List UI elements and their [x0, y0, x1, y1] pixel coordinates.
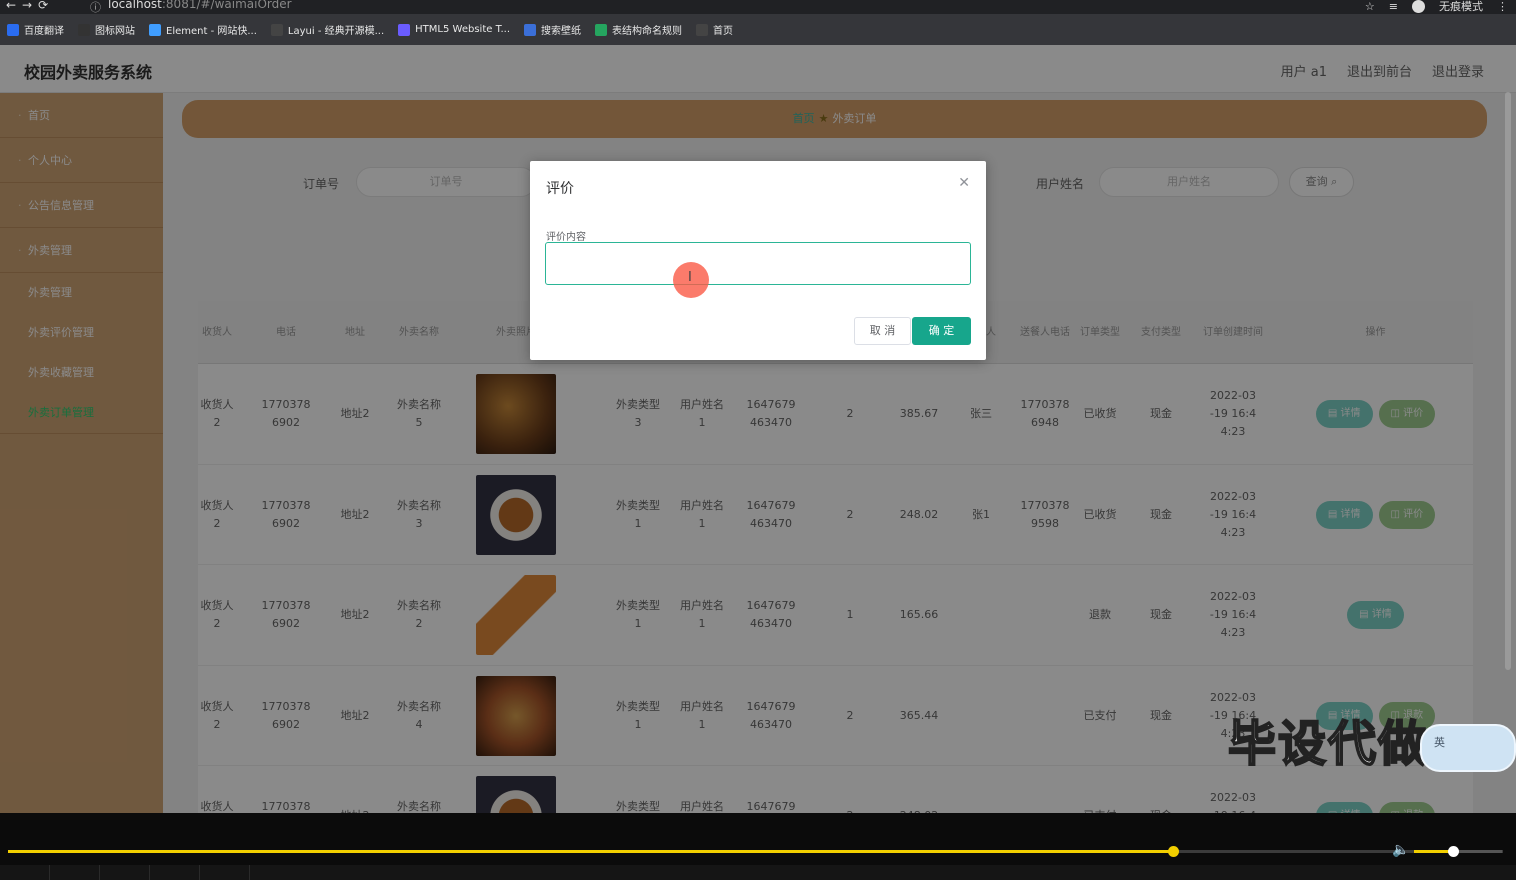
- element-icon: [149, 23, 161, 36]
- bookmark-label: Element - 网站快...: [166, 26, 257, 37]
- layui-icon: [270, 23, 283, 36]
- more-icon[interactable]: ⋮: [1497, 0, 1508, 13]
- cancel-button[interactable]: 取 消: [854, 317, 911, 345]
- ime-label: 英: [1434, 736, 1445, 749]
- wallpaper-icon: [524, 23, 537, 36]
- bookmark-label: Layui - 经典开源模...: [287, 26, 385, 37]
- avatar[interactable]: [1412, 0, 1425, 13]
- video-progress-track[interactable]: [8, 850, 1503, 853]
- browser-actions: ☆ ≡ 无痕模式 ⋮: [1365, 0, 1508, 14]
- bookmark-1[interactable]: 图标网站: [78, 22, 135, 37]
- watermark-text: 毕设代做: [1227, 715, 1429, 773]
- bookmark-0[interactable]: 百度翻译: [7, 22, 64, 37]
- address-bar[interactable]: localhost:8081/#/waimaiOrder: [108, 0, 292, 11]
- volume-icon[interactable]: 🔈: [1392, 842, 1409, 858]
- bookmark-label: 首页: [713, 26, 734, 37]
- bookmark-label: 图标网站: [95, 26, 135, 37]
- player-controls: [0, 865, 1516, 880]
- bookmark-label: HTML5 Website T...: [415, 24, 511, 35]
- translate-icon: [7, 23, 19, 36]
- bookmark-3[interactable]: Layui - 经典开源模...: [270, 22, 385, 37]
- video-progress-fill: [8, 850, 1175, 853]
- video-progress-handle[interactable]: [1168, 846, 1179, 857]
- site-info-icon[interactable]: ⓘ: [90, 0, 101, 15]
- mouse-cursor-highlight: [673, 262, 709, 298]
- bookmarks-bar: 百度翻译 图标网站 Element - 网站快... Layui - 经典开源模...…: [0, 14, 1516, 45]
- bookmark-6[interactable]: 表结构命名规则: [595, 22, 682, 37]
- review-content-label: 评价内容: [546, 232, 586, 243]
- star-icon[interactable]: ☆: [1365, 0, 1375, 13]
- volume-handle[interactable]: [1448, 846, 1459, 857]
- html5-icon: [398, 23, 411, 36]
- url-host: localhost: [108, 0, 162, 11]
- bookmark-5[interactable]: 搜索壁纸: [524, 22, 581, 37]
- video-player-bar: 🔈: [0, 813, 1516, 880]
- bookmark-label: 百度翻译: [24, 26, 64, 37]
- scrollbar[interactable]: [1505, 92, 1511, 670]
- confirm-button[interactable]: 确 定: [912, 317, 971, 345]
- url-path: :8081/#/waimaiOrder: [161, 0, 292, 11]
- review-content-input[interactable]: [545, 242, 971, 285]
- dialog-title: 评价: [546, 181, 574, 197]
- browser-toolbar: ←→⟳ ⓘ localhost:8081/#/waimaiOrder ☆ ≡ 无…: [0, 0, 1516, 14]
- review-dialog: 评价 ✕ 评价内容 取 消 确 定: [530, 161, 986, 360]
- watermark-badge: 英: [1420, 724, 1516, 772]
- flag-icon: [78, 23, 90, 36]
- bookmark-2[interactable]: Element - 网站快...: [149, 22, 257, 37]
- incognito-label: 无痕模式: [1439, 0, 1483, 13]
- bookmark-label: 搜索壁纸: [541, 26, 582, 37]
- bookmark-label: 表结构命名规则: [612, 26, 683, 37]
- bookmark-4[interactable]: HTML5 Website T...: [398, 23, 511, 36]
- bookmark-7[interactable]: 首页: [696, 22, 733, 37]
- menu-icon[interactable]: ≡: [1389, 0, 1398, 13]
- github-icon: [696, 23, 709, 36]
- close-icon[interactable]: ✕: [958, 175, 970, 191]
- nav-buttons[interactable]: ←→⟳: [6, 0, 54, 12]
- doc-icon: [595, 23, 608, 36]
